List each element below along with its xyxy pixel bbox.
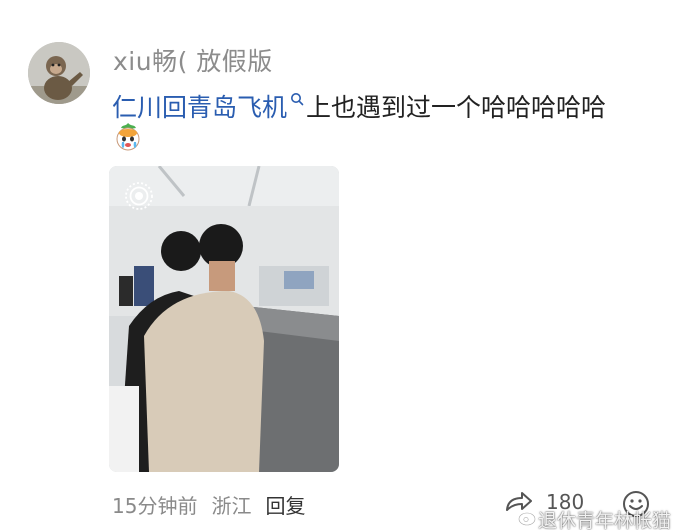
crying-emoji-icon [116, 123, 140, 151]
search-link-text[interactable]: 仁川回青岛飞机 [112, 93, 287, 122]
live-photo-icon[interactable] [123, 180, 155, 212]
comment-photo[interactable] [109, 166, 339, 472]
comment-time: 15分钟前 [112, 494, 198, 518]
comment-location: 浙江 [211, 494, 252, 518]
search-icon[interactable] [290, 92, 304, 106]
avatar[interactable] [28, 42, 90, 104]
comment-text-rest: 上也遇到过一个哈哈哈哈哈 [306, 93, 607, 122]
comment-text: 仁川回青岛飞机 上也遇到过一个哈哈哈哈哈 [112, 88, 606, 124]
comment-page: xiu畅( 放假版 仁川回青岛飞机 上也遇到过一个哈哈哈哈哈 15分钟前 浙江 … [0, 0, 690, 530]
watermark-text: 退休青年林帐猫 [538, 510, 672, 530]
comment-meta: 15分钟前 浙江 回复 [112, 490, 319, 519]
username[interactable]: xiu畅( 放假版 [113, 42, 273, 78]
reply-button[interactable]: 回复 [265, 494, 305, 518]
monkey-avatar-icon [28, 42, 90, 104]
